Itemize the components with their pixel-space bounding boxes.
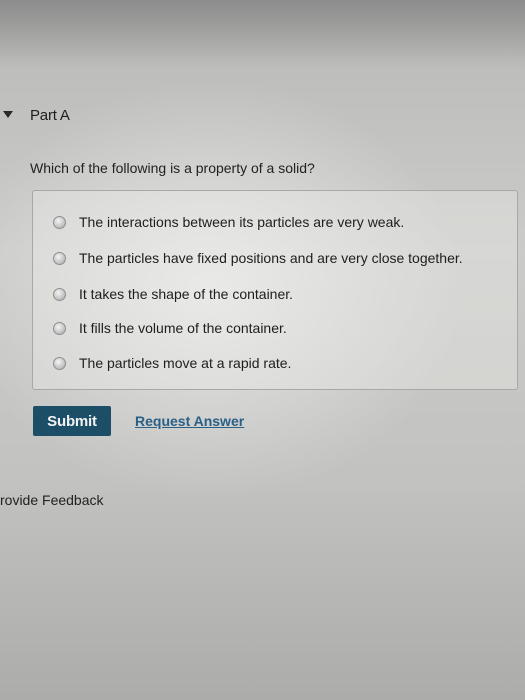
radio-icon[interactable]	[53, 356, 66, 370]
answer-options: The interactions between its particles a…	[32, 190, 518, 390]
option-5[interactable]: The particles move at a rapid rate.	[53, 352, 291, 374]
top-band	[0, 0, 525, 70]
request-answer-link[interactable]: Request Answer	[135, 413, 244, 429]
radio-icon[interactable]	[53, 251, 66, 265]
option-2[interactable]: The particles have fixed positions and a…	[53, 247, 463, 269]
radio-icon[interactable]	[53, 287, 66, 301]
part-title: Part A	[30, 107, 70, 124]
question-text: Which of the following is a property of …	[30, 160, 315, 176]
option-1[interactable]: The interactions between its particles a…	[53, 211, 404, 233]
provide-feedback-link[interactable]: rovide Feedback	[0, 492, 104, 508]
screen: Part A Which of the following is a prope…	[0, 0, 525, 700]
caret-down-icon[interactable]	[3, 111, 13, 118]
option-label: The particles have fixed positions and a…	[79, 250, 463, 266]
submit-button[interactable]: Submit	[33, 406, 111, 436]
option-label: It fills the volume of the container.	[79, 320, 287, 336]
option-3[interactable]: It takes the shape of the container.	[53, 283, 293, 305]
radio-icon[interactable]	[53, 215, 66, 229]
option-label: The interactions between its particles a…	[79, 214, 405, 230]
radio-icon[interactable]	[53, 321, 66, 335]
option-label: The particles move at a rapid rate.	[79, 355, 292, 371]
option-label: It takes the shape of the container.	[79, 286, 294, 302]
option-4[interactable]: It fills the volume of the container.	[53, 317, 287, 339]
